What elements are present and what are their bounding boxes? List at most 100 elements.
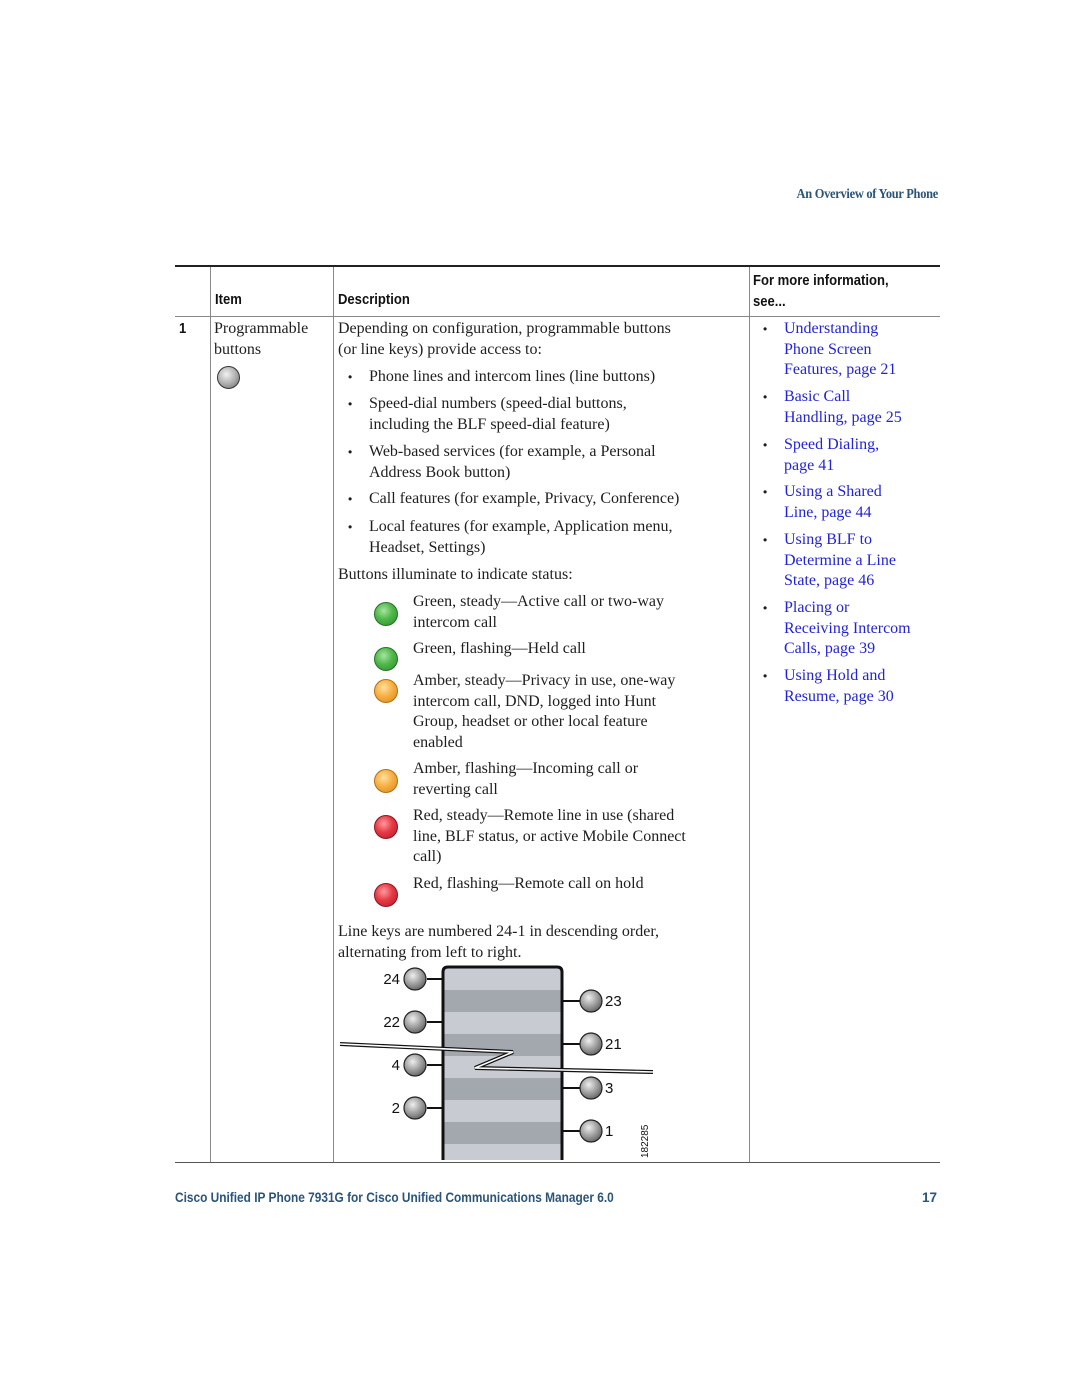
status-line: Green, steady—Active call or two-way: [413, 593, 665, 610]
green-led-icon: [374, 647, 398, 671]
header-more-info-line2: see...: [753, 294, 786, 310]
status-line: call): [413, 848, 442, 865]
column-divider-2: [333, 267, 334, 1162]
footer-title: Cisco Unified IP Phone 7931G for Cisco U…: [175, 1190, 614, 1205]
link-line[interactable]: Phone Screen: [784, 340, 896, 361]
line-key-22: 22: [383, 1010, 443, 1034]
cross-reference-link[interactable]: Basic CallHandling, page 25: [763, 387, 902, 429]
bullet-line: Headset, Settings): [369, 538, 486, 556]
link-line[interactable]: Placing or: [784, 598, 911, 619]
feature-bullet: Phone lines and intercom lines (line but…: [348, 367, 656, 388]
bullet-line: Phone lines and intercom lines (line but…: [369, 368, 656, 385]
item-name-line2: buttons: [214, 340, 262, 358]
line-keys-note-line1: Line keys are numbered 24-1 in descendin…: [338, 923, 660, 940]
link-line[interactable]: Basic Call: [784, 387, 902, 408]
feature-bullet: Local features (for example, Application…: [348, 517, 673, 558]
key-label: 21: [605, 1036, 622, 1053]
status-line: Red, steady—Remote line in use (shared: [413, 807, 675, 824]
bullet-line: Address Book button): [369, 463, 511, 481]
feature-bullet: Speed-dial numbers (speed-dial buttons, …: [348, 394, 627, 435]
line-key-4: 4: [392, 1053, 443, 1077]
key-label: 22: [383, 1014, 400, 1031]
status-item: Green, steady—Active call or two-way int…: [413, 592, 664, 633]
key-label: 1: [605, 1123, 613, 1140]
status-line: Group, headset or other local feature: [413, 713, 648, 730]
gray-key-icon: [579, 1076, 603, 1100]
line-key-23: 23: [562, 989, 622, 1013]
cross-reference-link[interactable]: Using BLF toDetermine a LineState, page …: [763, 530, 896, 592]
link-line[interactable]: Handling, page 25: [784, 408, 902, 429]
link-line[interactable]: Using BLF to: [784, 530, 896, 551]
description-intro-line1: Depending on configuration, programmable…: [338, 320, 671, 337]
figure-id: 182285: [640, 1124, 651, 1158]
status-line: Amber, steady—Privacy in use, one-way: [413, 672, 676, 689]
table-top-rule: [175, 265, 940, 267]
footer-rule: [175, 1162, 940, 1163]
link-line[interactable]: Resume, page 30: [784, 687, 894, 708]
link-line[interactable]: Determine a Line: [784, 551, 896, 572]
header-description: Description: [338, 292, 410, 308]
bullet-line: Web-based services (for example, a Perso…: [369, 443, 656, 460]
header-bottom-rule: [175, 316, 940, 317]
gray-key-icon: [579, 1119, 603, 1143]
feature-bullet: Web-based services (for example, a Perso…: [348, 442, 656, 483]
status-intro: Buttons illuminate to indicate status:: [338, 566, 573, 583]
header-more-info: For more information, see...: [753, 271, 889, 313]
line-key-diagram: 24 22 4 2 23 21 3 1 182285: [339, 965, 654, 1160]
link-line[interactable]: page 41: [784, 456, 879, 477]
link-line[interactable]: Speed Dialing,: [784, 435, 879, 456]
link-line[interactable]: Calls, page 39: [784, 639, 911, 660]
line-key-1: 1: [562, 1119, 613, 1143]
link-line[interactable]: Using Hold and: [784, 666, 894, 687]
amber-led-icon: [374, 679, 398, 703]
item-name-line1: Programmable: [214, 320, 309, 337]
gray-button-icon: [217, 366, 240, 389]
description-intro-line2: (or line keys) provide access to:: [338, 340, 542, 358]
cross-reference-link[interactable]: Using a SharedLine, page 44: [763, 482, 882, 524]
feature-bullet: Call features (for example, Privacy, Con…: [348, 489, 679, 510]
red-led-icon: [374, 883, 398, 907]
status-item: Red, flashing—Remote call on hold: [413, 874, 644, 895]
header-item: Item: [215, 292, 242, 308]
status-line: enabled: [413, 733, 463, 751]
cross-reference-link[interactable]: Using Hold andResume, page 30: [763, 666, 894, 708]
status-item: Amber, steady—Privacy in use, one-way in…: [413, 671, 675, 753]
bullet-line: Local features (for example, Application…: [369, 518, 673, 535]
gray-key-icon: [403, 1053, 427, 1077]
link-line[interactable]: Understanding: [784, 319, 896, 340]
link-line[interactable]: Receiving Intercom: [784, 619, 911, 640]
link-line[interactable]: State, page 46: [784, 571, 896, 592]
line-key-2: 2: [392, 1096, 443, 1120]
column-divider-1: [210, 267, 211, 1162]
red-led-icon: [374, 815, 398, 839]
link-line[interactable]: Line, page 44: [784, 503, 882, 524]
link-line[interactable]: Using a Shared: [784, 482, 882, 503]
key-label: 2: [392, 1100, 400, 1117]
line-key-24: 24: [383, 967, 443, 991]
cross-reference-link[interactable]: UnderstandingPhone ScreenFeatures, page …: [763, 319, 896, 381]
gray-key-icon: [579, 989, 603, 1013]
bullet-line: including the BLF speed-dial feature): [369, 415, 610, 433]
cross-reference-link[interactable]: Placing orReceiving IntercomCalls, page …: [763, 598, 911, 660]
column-divider-3: [749, 267, 750, 1162]
line-keys-note: Line keys are numbered 24-1 in descendin…: [338, 922, 659, 963]
status-line: Red, flashing—Remote call on hold: [413, 875, 644, 892]
status-line: intercom call, DND, logged into Hunt: [413, 692, 657, 710]
status-line: line, BLF status, or active Mobile Conne…: [413, 827, 686, 845]
status-item: Red, steady—Remote line in use (shared l…: [413, 806, 686, 868]
status-item: Green, flashing—Held call: [413, 639, 586, 660]
gray-key-icon: [403, 967, 427, 991]
line-key-21: 21: [562, 1032, 622, 1056]
header-more-info-line1: For more information,: [753, 273, 889, 289]
amber-led-icon: [374, 769, 398, 793]
status-line: reverting call: [413, 780, 498, 798]
status-line: intercom call: [413, 613, 497, 631]
cross-reference-link[interactable]: Speed Dialing,page 41: [763, 435, 879, 477]
status-line: Green, flashing—Held call: [413, 640, 586, 657]
phone-panel: [441, 965, 564, 1160]
bullet-line: Speed-dial numbers (speed-dial buttons,: [369, 395, 627, 412]
link-line[interactable]: Features, page 21: [784, 360, 896, 381]
gray-key-icon: [403, 1096, 427, 1120]
gray-key-icon: [403, 1010, 427, 1034]
key-label: 4: [392, 1057, 400, 1074]
